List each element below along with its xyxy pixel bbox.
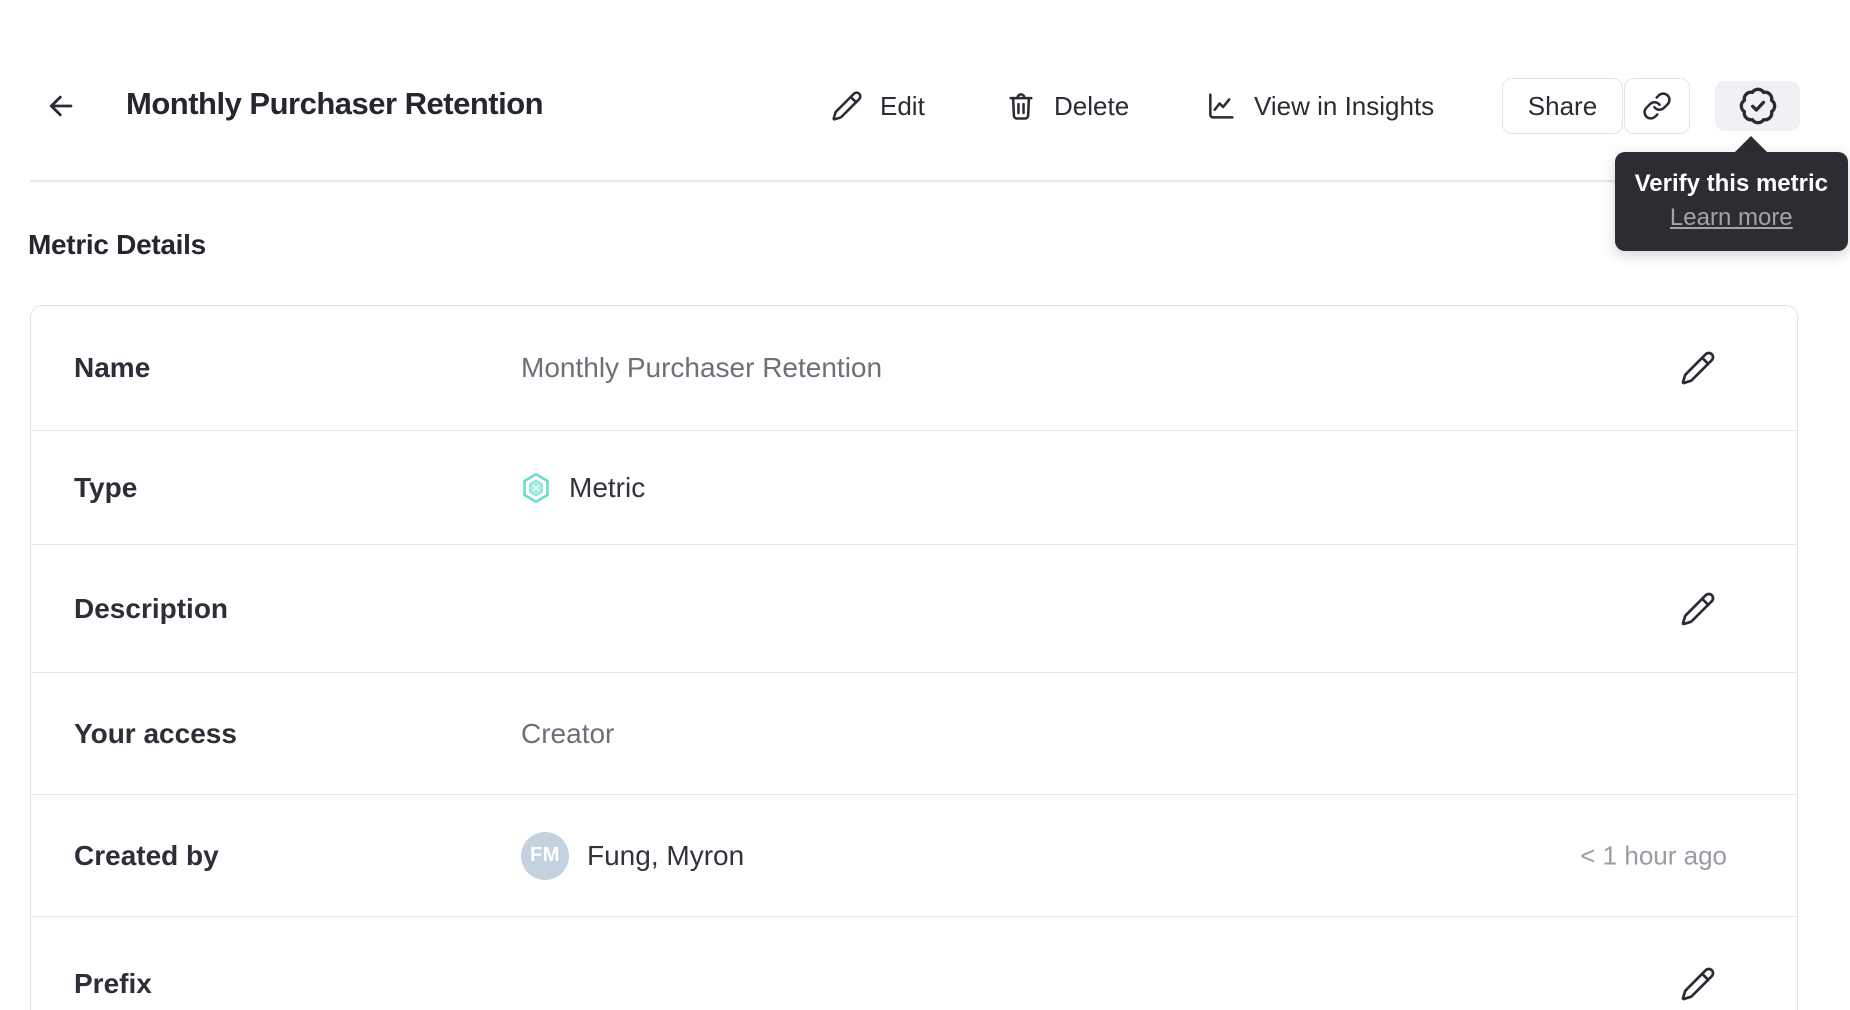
table-row-description: Description	[31, 544, 1797, 672]
metric-details-page: Monthly Purchaser Retention Edit Delete …	[0, 0, 1850, 1010]
tooltip-learn-more-link[interactable]: Learn more	[1670, 201, 1793, 234]
tooltip-title: Verify this metric	[1634, 170, 1828, 197]
verify-tooltip: Verify this metric Learn more	[1614, 152, 1848, 251]
edit-description-button[interactable]	[1679, 590, 1717, 628]
share-button[interactable]: Share	[1502, 78, 1623, 134]
delete-button[interactable]: Delete	[1005, 78, 1129, 134]
view-in-insights-label: View in Insights	[1254, 90, 1435, 121]
table-row-type: Type Metric	[31, 430, 1797, 544]
type-value-label: Metric	[569, 471, 646, 503]
table-row-created-by: Created by FM Fung, Myron < 1 hour ago	[31, 794, 1797, 916]
chain-link-icon	[1643, 92, 1671, 120]
trash-icon	[1009, 93, 1033, 120]
row-value: Metric	[521, 472, 645, 504]
verify-metric-button[interactable]	[1715, 81, 1800, 131]
edit-button-label: Edit	[880, 90, 925, 121]
created-by-name: Fung, Myron	[587, 839, 745, 871]
row-label: Name	[74, 352, 151, 383]
tooltip-arrow	[1734, 136, 1768, 153]
row-value: Creator	[521, 717, 615, 749]
pencil-icon	[1681, 351, 1715, 385]
edit-prefix-button[interactable]	[1679, 965, 1717, 1003]
pencil-icon	[832, 91, 862, 121]
pencil-icon	[1681, 967, 1715, 1001]
pencil-icon	[1681, 592, 1715, 625]
edit-button[interactable]: Edit	[831, 78, 925, 134]
row-value: FM Fung, Myron	[521, 831, 745, 880]
metric-details-card: Name Monthly Purchaser Retention Type Me…	[30, 305, 1798, 1010]
section-heading: Metric Details	[28, 229, 206, 260]
delete-button-label: Delete	[1054, 90, 1130, 121]
table-row-your-access: Your access Creator	[31, 672, 1797, 794]
avatar: FM	[521, 831, 569, 880]
back-button[interactable]	[42, 87, 80, 125]
page-title: Monthly Purchaser Retention	[126, 86, 544, 121]
table-row-name: Name Monthly Purchaser Retention	[31, 306, 1797, 430]
row-label: Prefix	[74, 968, 152, 999]
edit-name-button[interactable]	[1679, 349, 1717, 387]
arrow-left-icon	[49, 95, 73, 117]
header-divider	[30, 180, 1822, 182]
copy-link-button[interactable]	[1624, 78, 1690, 134]
line-chart-icon	[1209, 93, 1234, 119]
teal-hexagon-icon	[523, 472, 549, 503]
share-button-label: Share	[1527, 90, 1598, 121]
view-in-insights-button[interactable]: View in Insights	[1205, 78, 1434, 134]
row-label: Your access	[74, 717, 237, 749]
row-value: Monthly Purchaser Retention	[521, 352, 883, 383]
row-label: Type	[74, 471, 138, 503]
verified-badge-icon	[1739, 87, 1776, 125]
created-timestamp: < 1 hour ago	[1580, 840, 1727, 870]
row-label: Created by	[74, 839, 219, 871]
row-label: Description	[74, 592, 229, 624]
table-row-prefix: Prefix	[31, 916, 1797, 1010]
